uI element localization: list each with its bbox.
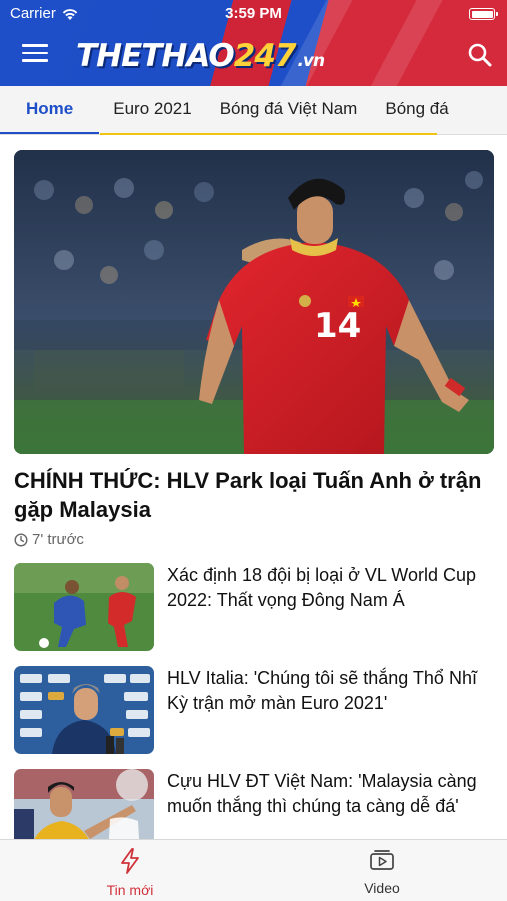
nav-tin-moi[interactable]: Tin mới: [70, 848, 190, 898]
featured-photo-illustration: 14: [14, 150, 494, 454]
logo-text-main: THETHAO: [76, 38, 235, 74]
logo-text-domain: .vn: [297, 51, 325, 71]
featured-article-title[interactable]: CHÍNH THỨC: HLV Park loại Tuấn Anh ở trậ…: [14, 466, 494, 524]
status-bar: Carrier 3:59 PM: [0, 0, 507, 28]
nav-label: Tin mới: [106, 882, 154, 898]
hamburger-menu-icon[interactable]: [22, 44, 48, 64]
lightning-icon: [121, 848, 139, 874]
article-title[interactable]: HLV Italia: 'Chúng tôi sẽ thắng Thổ Nhĩ …: [167, 666, 487, 716]
article-thumbnail[interactable]: [14, 666, 154, 754]
tab-euro-2021[interactable]: Euro 2021: [99, 86, 205, 134]
article-title[interactable]: Cựu HLV ĐT Việt Nam: 'Malaysia càng muốn…: [167, 769, 487, 819]
search-icon[interactable]: [467, 42, 493, 68]
app-header: Carrier 3:59 PM THETHAO 247 .vn: [0, 0, 507, 86]
clock-icon: [14, 532, 28, 547]
status-time: 3:59 PM: [225, 5, 282, 22]
site-logo[interactable]: THETHAO 247 .vn: [76, 38, 325, 74]
featured-article-image[interactable]: 14: [14, 150, 494, 454]
tab-accent-line: [100, 133, 437, 135]
featured-article-time: 7' trước: [14, 531, 84, 548]
featured-time-label: 7' trước: [32, 531, 84, 548]
video-icon: [370, 850, 394, 870]
nav-video[interactable]: Video: [322, 848, 442, 896]
article-thumbnail-illustration: [14, 666, 154, 754]
article-thumbnail-illustration: [14, 563, 154, 651]
jersey-number: 14: [314, 306, 361, 346]
list-item[interactable]: Xác định 18 đội bị loại ở VL World Cup 2…: [14, 563, 494, 655]
article-thumbnail[interactable]: [14, 563, 154, 651]
tab-bong-da-viet-nam[interactable]: Bóng đá Việt Nam: [206, 86, 372, 134]
logo-text-number: 247: [233, 38, 297, 74]
tab-home[interactable]: Home: [0, 86, 100, 134]
category-tabs: Home Euro 2021 Bóng đá Việt Nam Bóng đá: [0, 86, 507, 135]
nav-label: Video: [364, 880, 400, 896]
battery-icon: [469, 8, 498, 20]
tab-bong-da[interactable]: Bóng đá: [371, 86, 462, 134]
bottom-navigation: Tin mới Video: [0, 839, 507, 901]
list-item[interactable]: HLV Italia: 'Chúng tôi sẽ thắng Thổ Nhĩ …: [14, 666, 494, 758]
article-title[interactable]: Xác định 18 đội bị loại ở VL World Cup 2…: [167, 563, 487, 613]
